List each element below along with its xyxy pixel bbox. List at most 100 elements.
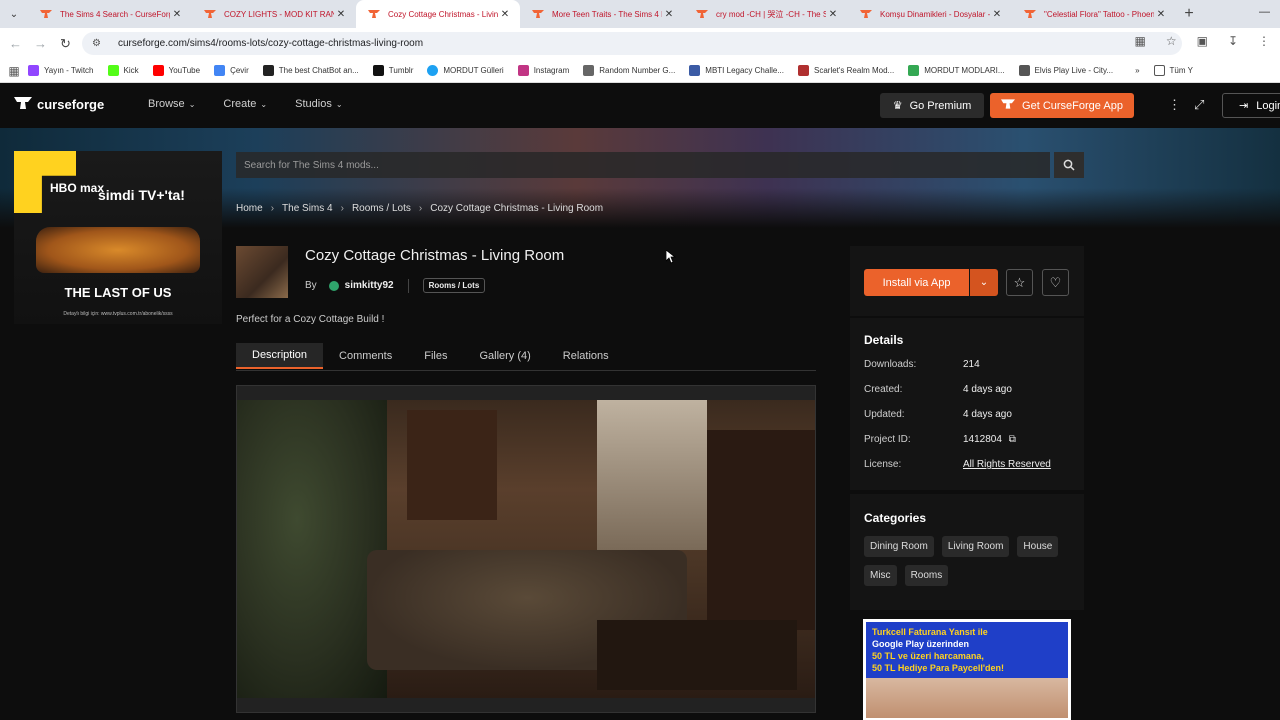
share-icon[interactable]: ⤢ bbox=[1194, 97, 1204, 113]
close-tab-icon[interactable]: ✕ bbox=[170, 9, 184, 20]
bookmark-item[interactable]: Çevir bbox=[214, 65, 249, 76]
license-link[interactable]: All Rights Reserved bbox=[963, 459, 1051, 470]
breadcrumb-category[interactable]: Rooms / Lots bbox=[352, 203, 411, 214]
install-options-button[interactable]: ⌄ bbox=[970, 269, 998, 296]
copy-icon[interactable]: ⧉ bbox=[1009, 434, 1016, 445]
close-tab-icon[interactable]: ✕ bbox=[334, 9, 348, 20]
new-tab-plus-icon[interactable]: + bbox=[1176, 5, 1202, 23]
all-bookmarks[interactable]: Tüm Y bbox=[1153, 65, 1193, 76]
document-icon bbox=[689, 65, 701, 76]
close-tab-icon[interactable]: ✕ bbox=[662, 9, 676, 20]
bookmark-item[interactable]: Tumblr bbox=[372, 65, 413, 76]
nav-label: Browse bbox=[148, 98, 185, 110]
login-icon: ⇥ bbox=[1239, 100, 1249, 112]
minimize-icon[interactable]: — bbox=[1259, 6, 1270, 18]
scarlet-icon bbox=[798, 65, 809, 76]
site-info-icon[interactable]: ⚙ bbox=[92, 38, 108, 49]
back-arrow-icon[interactable]: ← bbox=[3, 36, 28, 51]
curseforge-logo[interactable]: curseforge bbox=[14, 96, 104, 113]
apps-grid-icon[interactable]: ▦ bbox=[0, 64, 28, 78]
category-chip[interactable]: Rooms bbox=[904, 565, 949, 586]
nav-studios[interactable]: Studios ⌄ bbox=[295, 98, 342, 110]
left-advertisement[interactable]: HBO max simdi TV+'ta! THE LAST OF US Det… bbox=[14, 151, 222, 324]
bookmark-item[interactable]: Elvis Play Live - City... bbox=[1018, 65, 1114, 76]
close-tab-icon[interactable]: ✕ bbox=[990, 9, 1004, 20]
bookmark-item[interactable]: Random Number G... bbox=[583, 65, 675, 76]
bookmarks-overflow-icon[interactable]: » bbox=[1135, 66, 1139, 75]
follow-star-button[interactable]: ☆ bbox=[1006, 269, 1033, 296]
curseforge-favicon-icon bbox=[532, 8, 544, 20]
more-vertical-icon[interactable]: ⋮ bbox=[1168, 97, 1181, 113]
bookmark-item[interactable]: Scarlet's Realm Mod... bbox=[798, 65, 894, 76]
chevron-right-icon: › bbox=[418, 203, 423, 214]
project-thumbnail[interactable] bbox=[236, 246, 288, 298]
bookmark-star-icon[interactable]: ☆ bbox=[1166, 34, 1177, 48]
get-app-button[interactable]: Get CurseForge App bbox=[990, 93, 1134, 118]
forward-arrow-icon[interactable]: → bbox=[28, 36, 53, 51]
author-link[interactable]: simkitty92 bbox=[345, 280, 394, 291]
breadcrumb-home[interactable]: Home bbox=[236, 203, 263, 214]
profile-icon[interactable]: ⋮ bbox=[1258, 34, 1270, 48]
breadcrumb-game[interactable]: The Sims 4 bbox=[282, 203, 333, 214]
category-chip[interactable]: House bbox=[1017, 536, 1059, 557]
search-input[interactable]: Search for The Sims 4 mods... bbox=[236, 152, 1050, 178]
login-button[interactable]: ⇥ Login bbox=[1222, 93, 1280, 118]
category-chip[interactable]: Misc bbox=[864, 565, 897, 586]
bookmark-item[interactable]: Instagram bbox=[517, 65, 569, 76]
bookmark-item[interactable]: YouTube bbox=[152, 65, 200, 76]
bookmark-item[interactable]: MBTI Legacy Challe... bbox=[689, 65, 784, 76]
browser-tab[interactable]: cry mod -CH | 哭泣 -CH - The S ✕ bbox=[684, 0, 848, 28]
bookmark-item[interactable]: The best ChatBot an... bbox=[262, 65, 359, 76]
bookmark-item[interactable]: MORDUT MODLARI... bbox=[908, 65, 1005, 76]
project-byline: By simkitty92 Rooms / Lots bbox=[305, 278, 486, 293]
ad-line: 50 TL ve üzeri harcamana, bbox=[872, 651, 984, 661]
tab-comments[interactable]: Comments bbox=[323, 343, 408, 369]
bookshelf-shape bbox=[707, 430, 815, 630]
bookmark-item[interactable]: Kick bbox=[107, 65, 139, 76]
address-bar[interactable]: ⚙ curseforge.com/sims4/rooms-lots/cozy-c… bbox=[82, 32, 1182, 55]
instagram-icon bbox=[517, 65, 529, 76]
bookmark-item[interactable]: Yayın - Twitch bbox=[28, 65, 94, 76]
ad-fine-print: Detaylı bilgi için: www.tvplus.com.tr/ab… bbox=[63, 311, 173, 317]
browser-tab-active[interactable]: Cozy Cottage Christmas - Livin ✕ bbox=[356, 0, 520, 28]
search-button[interactable] bbox=[1054, 152, 1084, 178]
category-tag[interactable]: Rooms / Lots bbox=[422, 278, 486, 293]
browser-tab[interactable]: Komşu Dinamikleri - Dosyalar - ✕ bbox=[848, 0, 1012, 28]
browser-tab[interactable]: "Celestial Flora" Tattoo - Phoen ✕ bbox=[1012, 0, 1176, 28]
tab-description[interactable]: Description bbox=[236, 343, 324, 369]
install-via-app-button[interactable]: Install via App bbox=[864, 269, 969, 296]
browser-tab[interactable]: The Sims 4 Search - CurseForge ✕ bbox=[28, 0, 192, 28]
nav-create[interactable]: Create ⌄ bbox=[223, 98, 267, 110]
tab-gallery[interactable]: Gallery (4) bbox=[463, 343, 546, 369]
chevron-down-icon: ⌄ bbox=[979, 277, 989, 288]
close-tab-icon[interactable]: ✕ bbox=[498, 9, 512, 20]
download-icon[interactable]: ↧ bbox=[1228, 34, 1238, 48]
browser-tab-title: The Sims 4 Search - CurseForge bbox=[60, 9, 170, 19]
browser-tab[interactable]: COZY LIGHTS - MOD KIT RANS ✕ bbox=[192, 0, 356, 28]
tab-search-chevron-icon[interactable]: ⌄ bbox=[0, 0, 28, 28]
browser-tab[interactable]: More Teen Traits - The Sims 4 M ✕ bbox=[520, 0, 684, 28]
translate-icon[interactable]: ▦ bbox=[1134, 34, 1145, 48]
bookmark-label: Elvis Play Live - City... bbox=[1034, 66, 1114, 75]
bookmark-label: MORDUT MODLARI... bbox=[924, 66, 1005, 75]
tab-files[interactable]: Files bbox=[408, 343, 463, 369]
close-tab-icon[interactable]: ✕ bbox=[826, 9, 840, 20]
detail-value: 4 days ago bbox=[963, 409, 1012, 420]
right-advertisement[interactable]: Turkcell Faturana Yansıt ile Google Play… bbox=[863, 619, 1071, 720]
go-premium-button[interactable]: ♛ Go Premium bbox=[880, 93, 984, 118]
browser-tab-title: Cozy Cottage Christmas - Livin bbox=[388, 9, 498, 19]
tab-relations[interactable]: Relations bbox=[547, 343, 625, 369]
extensions-puzzle-icon[interactable]: ▣ bbox=[1197, 34, 1208, 48]
favorite-button[interactable]: ♡ bbox=[1042, 269, 1069, 296]
twitch-icon bbox=[28, 65, 39, 76]
description-image[interactable] bbox=[236, 385, 816, 713]
curseforge-favicon-icon bbox=[860, 8, 872, 20]
nav-browse[interactable]: Browse ⌄ bbox=[148, 98, 195, 110]
category-chip[interactable]: Living Room bbox=[941, 536, 1010, 557]
detail-key: Updated: bbox=[864, 409, 905, 420]
reload-icon[interactable]: ↻ bbox=[53, 36, 78, 52]
close-tab-icon[interactable]: ✕ bbox=[1154, 9, 1168, 20]
category-chip[interactable]: Dining Room bbox=[864, 536, 934, 557]
bookmark-item[interactable]: MORDUT Gülleri bbox=[427, 65, 504, 76]
get-app-label: Get CurseForge App bbox=[1022, 99, 1123, 112]
